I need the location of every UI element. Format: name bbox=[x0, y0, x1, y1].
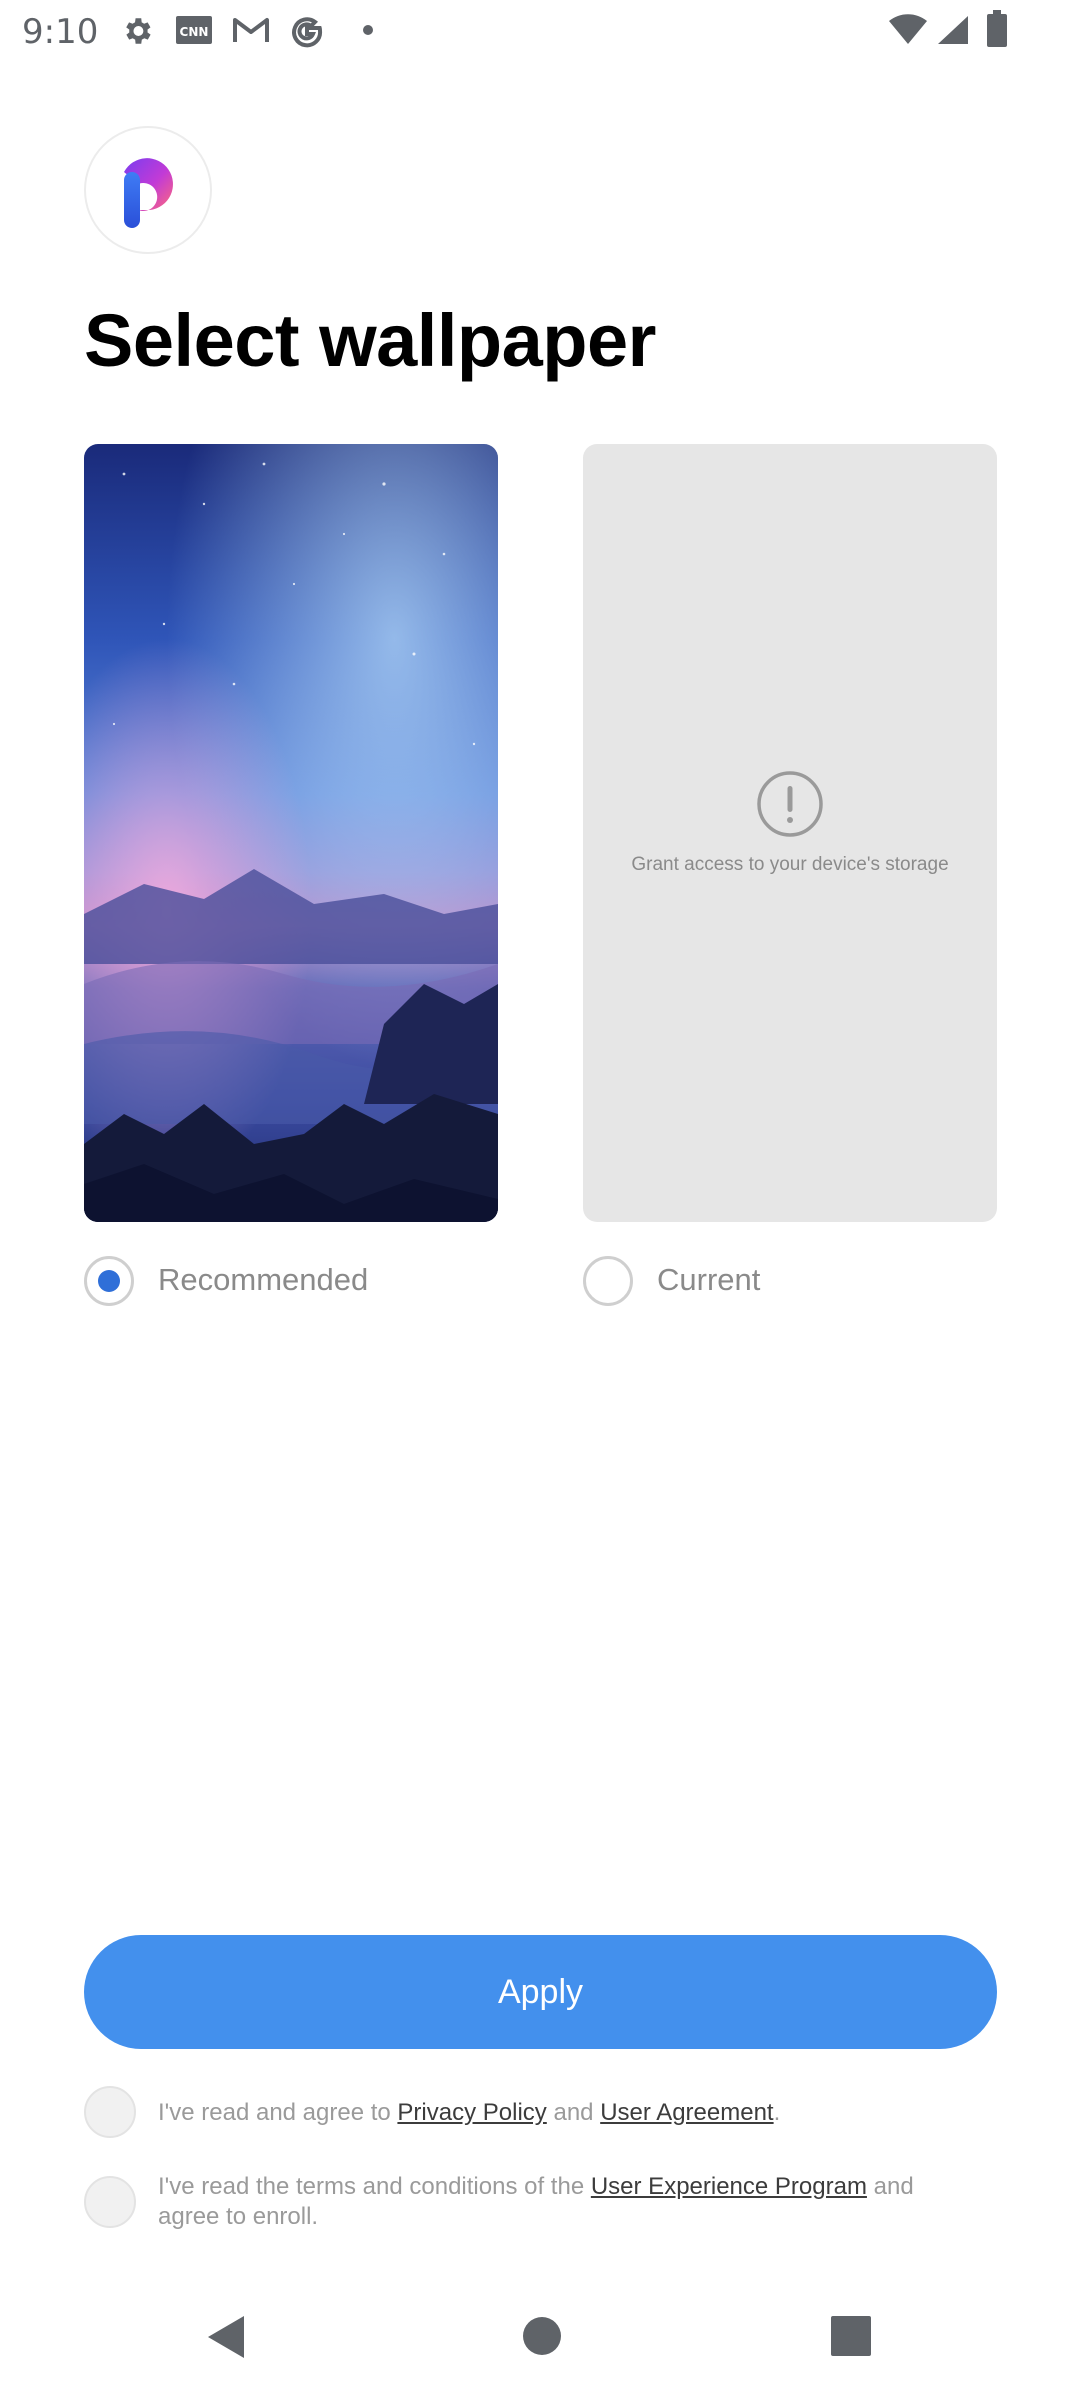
experience-prefix: I've read the terms and conditions of th… bbox=[158, 2173, 591, 2200]
privacy-agreement-text: I've read and agree to Privacy Policy an… bbox=[158, 2098, 957, 2128]
experience-agreement-row: I've read the terms and conditions of th… bbox=[84, 2172, 997, 2234]
status-time: 9:10 bbox=[22, 12, 99, 52]
p-logo-icon bbox=[124, 158, 173, 228]
cnn-icon: CNN bbox=[176, 16, 212, 44]
app-logo bbox=[84, 126, 212, 254]
radio-label-recommended: Recommended bbox=[158, 1262, 369, 1297]
wifi-icon bbox=[889, 14, 927, 45]
radio-option-recommended[interactable]: Recommended bbox=[84, 1256, 498, 1310]
user-agreement-link[interactable]: User Agreement bbox=[600, 2099, 773, 2126]
home-icon[interactable] bbox=[521, 2315, 563, 2357]
dot-icon bbox=[363, 25, 373, 35]
privacy-middle: and bbox=[546, 2099, 601, 2126]
svg-text:CNN: CNN bbox=[180, 25, 209, 39]
privacy-policy-link[interactable]: Privacy Policy bbox=[397, 2099, 546, 2126]
signal-icon bbox=[938, 16, 968, 44]
battery-icon bbox=[987, 10, 1007, 47]
experience-agreement-text: I've read the terms and conditions of th… bbox=[158, 2172, 957, 2232]
privacy-suffix: . bbox=[773, 2099, 781, 2126]
radio-option-current[interactable]: Current bbox=[583, 1256, 997, 1310]
privacy-prefix: I've read and agree to bbox=[158, 2099, 398, 2126]
radio-recommended[interactable] bbox=[84, 1256, 134, 1306]
radio-selected-dot bbox=[98, 1270, 120, 1292]
privacy-agreement-row: I've read and agree to Privacy Policy an… bbox=[84, 2086, 997, 2138]
gmail-icon bbox=[233, 18, 269, 42]
user-experience-program-link[interactable]: User Experience Program bbox=[591, 2173, 867, 2200]
status-bar: 9:10 CNN bbox=[0, 0, 1080, 62]
wallpaper-recommended-card[interactable] bbox=[84, 444, 498, 1222]
experience-agreement-checkbox[interactable] bbox=[84, 2176, 136, 2228]
wallpaper-current-card[interactable]: Grant access to your device's storage bbox=[583, 444, 997, 1222]
radio-current[interactable] bbox=[583, 1256, 633, 1306]
page-title: Select wallpaper bbox=[84, 299, 656, 382]
gear-icon bbox=[126, 18, 151, 44]
recents-icon[interactable] bbox=[830, 2315, 872, 2357]
back-icon[interactable] bbox=[204, 2312, 248, 2362]
wallpaper-setup-screen: 9:10 CNN Select wallpaper Grant access t… bbox=[0, 0, 1080, 2400]
radio-label-current: Current bbox=[657, 1262, 761, 1297]
alert-icon bbox=[757, 771, 823, 837]
privacy-agreement-checkbox[interactable] bbox=[84, 2086, 136, 2138]
google-icon bbox=[292, 17, 323, 48]
grant-access-text: Grant access to your device's storage bbox=[631, 854, 949, 875]
wallpaper-preview-image bbox=[84, 444, 498, 1222]
apply-button[interactable]: Apply bbox=[84, 1935, 997, 2049]
